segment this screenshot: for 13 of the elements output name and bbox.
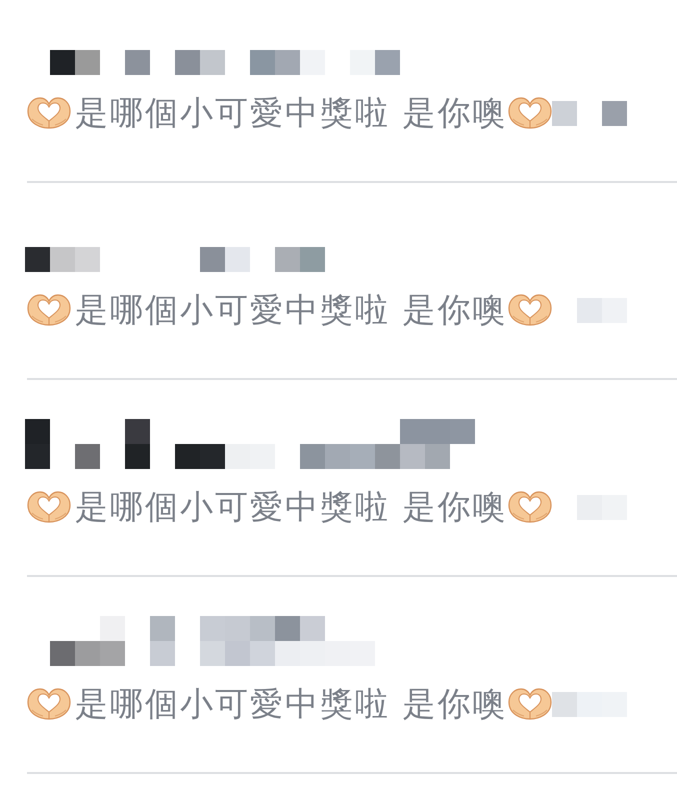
comment-text: 是哪個小可愛中獎啦 是你噢 xyxy=(75,290,508,330)
heart-hands-icon xyxy=(27,97,71,129)
heart-hands-icon xyxy=(508,491,552,523)
heart-hands-icon xyxy=(508,688,552,720)
heart-hands-icon xyxy=(27,688,71,720)
pixelated-text-drawing xyxy=(576,298,626,322)
comment-text: 是哪個小可愛中獎啦 是你噢 xyxy=(75,93,508,133)
heart-hands-icon xyxy=(508,294,552,326)
heart-hands-icon xyxy=(508,97,552,129)
heart-hands-icon xyxy=(27,491,71,523)
heart-hands-icon xyxy=(27,294,71,326)
comment-text: 是哪個小可愛中獎啦 是你噢 xyxy=(75,487,508,527)
comment-text: 是哪個小可愛中獎啦 是你噢 xyxy=(75,684,508,724)
